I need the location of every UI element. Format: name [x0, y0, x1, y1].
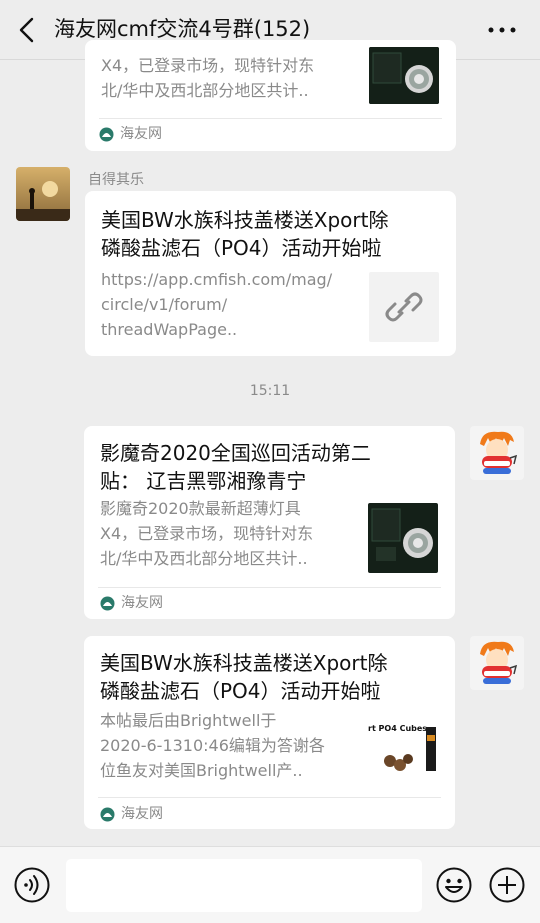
source-label: 海友网 [121, 595, 163, 611]
description-line: 位鱼友对美国Brightwell产.. [100, 761, 303, 780]
avatar[interactable] [470, 426, 524, 480]
card-source: 海友网 [100, 804, 163, 824]
card-url: https://app.cmfish.com/mag/ circle/v1/fo… [101, 267, 361, 342]
source-label: 海友网 [121, 806, 163, 822]
title-line: 影魔奇2020全国巡回活动第二 [100, 441, 371, 465]
card-divider [98, 797, 441, 798]
title-line: 美国BW水族科技盖楼送Xport除 [100, 651, 388, 675]
card-description: X4，已登录市场，现特针对东 北/华中及西北部分地区共计.. [101, 53, 349, 103]
haiyou-logo-icon [100, 807, 115, 821]
description-line: 北/华中及西北部分地区共计.. [100, 549, 308, 568]
link-icon [385, 292, 423, 322]
card-source: 海友网 [100, 593, 163, 613]
description-line: X4，已登录市场，现特针对东 [100, 524, 314, 543]
add-icon[interactable] [489, 867, 525, 903]
link-card[interactable]: 美国BW水族科技盖楼送Xport除 磷酸盐滤石（PO4）活动开始啦 本帖最后由B… [84, 636, 455, 829]
description-line: 影魔奇2020款最新超薄灯具 [100, 499, 301, 518]
haiyou-logo-icon [100, 596, 115, 610]
description-line: 本帖最后由Brightwell于 [100, 711, 277, 730]
description-line: X4，已登录市场，现特针对东 [101, 56, 315, 75]
url-line: circle/v1/forum/ [101, 295, 228, 314]
timestamp: 15:11 [249, 383, 291, 399]
card-source: 海友网 [99, 124, 162, 144]
article-thumbnail [368, 503, 438, 573]
link-thumbnail [369, 272, 439, 342]
link-card[interactable]: 美国BW水族科技盖楼送Xport除 磷酸盐滤石（PO4）活动开始啦 https:… [85, 191, 456, 356]
message-input[interactable] [66, 859, 422, 912]
link-card[interactable]: X4，已登录市场，现特针对东 北/华中及西北部分地区共计.. 海友网 [85, 40, 456, 151]
card-description: 本帖最后由Brightwell于 2020-6-1310:46编辑为答谢各 位鱼… [100, 708, 364, 783]
avatar[interactable] [16, 167, 70, 221]
link-card[interactable]: 影魔奇2020全国巡回活动第二 贴： 辽吉黑鄂湘豫青宁 影魔奇2020款最新超薄… [84, 426, 455, 619]
avatar[interactable] [470, 636, 524, 690]
card-divider [99, 118, 442, 119]
card-divider [98, 587, 441, 588]
title-line: 贴： 辽吉黑鄂湘豫青宁 [100, 469, 307, 493]
more-options-icon[interactable] [486, 20, 518, 40]
description-line: 2020-6-1310:46编辑为答谢各 [100, 736, 325, 755]
card-title: 美国BW水族科技盖楼送Xport除 磷酸盐滤石（PO4）活动开始啦 [101, 206, 446, 262]
haiyou-logo-icon [99, 127, 114, 141]
title-line: 磷酸盐滤石（PO4）活动开始啦 [100, 679, 381, 703]
description-line: 北/华中及西北部分地区共计.. [101, 81, 309, 100]
article-thumbnail [369, 47, 439, 104]
sender-name: 自得其乐 [88, 172, 144, 188]
source-label: 海友网 [120, 126, 162, 142]
card-title: 美国BW水族科技盖楼送Xport除 磷酸盐滤石（PO4）活动开始啦 [100, 649, 445, 705]
input-bar [0, 846, 540, 923]
title-line: 磷酸盐滤石（PO4）活动开始啦 [101, 236, 382, 260]
voice-input-icon[interactable] [14, 867, 50, 903]
url-line: threadWapPage.. [101, 320, 238, 339]
card-description: 影魔奇2020款最新超薄灯具 X4，已登录市场，现特针对东 北/华中及西北部分地… [100, 496, 360, 571]
url-line: https://app.cmfish.com/mag/ [101, 270, 333, 289]
back-arrow-icon[interactable] [16, 16, 40, 44]
emoji-icon[interactable] [436, 867, 472, 903]
article-thumbnail: rt PO4 Cubes [368, 715, 438, 781]
card-title: 影魔奇2020全国巡回活动第二 贴： 辽吉黑鄂湘豫青宁 [100, 439, 445, 495]
title-line: 美国BW水族科技盖楼送Xport除 [101, 208, 389, 232]
